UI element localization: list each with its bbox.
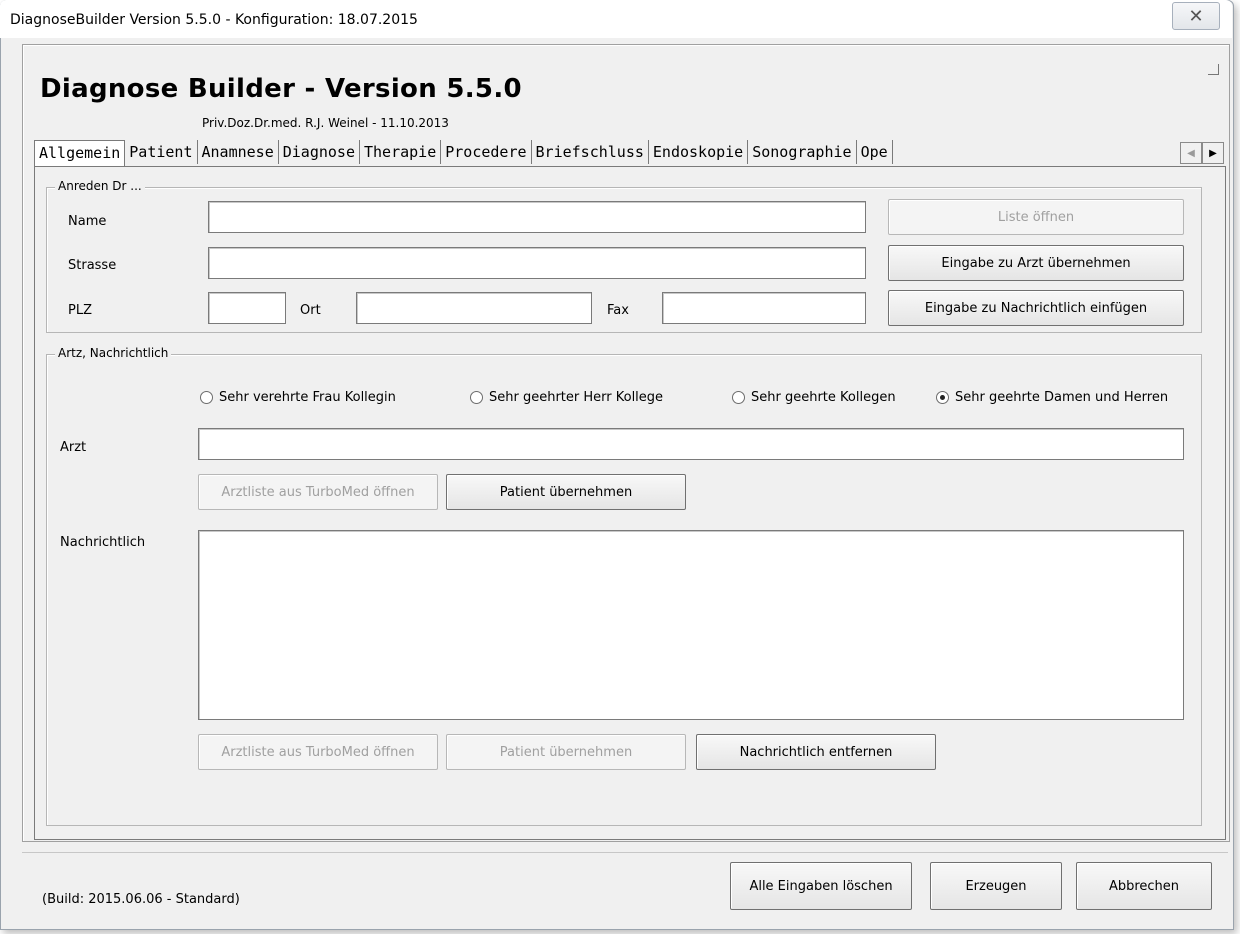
artz-caption: Artz, Nachrichtlich — [55, 346, 172, 360]
eingabe-zu-arzt-button[interactable]: Eingabe zu Arzt übernehmen — [888, 245, 1184, 281]
patient-uebernehmen-button-2[interactable]: Patient übernehmen — [446, 734, 686, 770]
plz-field[interactable] — [208, 292, 286, 324]
anreden-caption: Anreden Dr ... — [55, 179, 145, 193]
plz-label: PLZ — [68, 303, 92, 318]
app-subtitle: Priv.Doz.Dr.med. R.J. Weinel - 11.10.201… — [202, 116, 449, 130]
radio-kollegen[interactable]: Sehr geehrte Kollegen — [732, 390, 896, 405]
footer-separator — [22, 852, 1228, 853]
liste-oeffnen-button[interactable]: Liste öffnen — [888, 199, 1184, 235]
strasse-label: Strasse — [68, 258, 117, 273]
erzeugen-button[interactable]: Erzeugen — [930, 862, 1062, 910]
tab-procedere[interactable]: Procedere — [441, 140, 532, 164]
radio-label: Sehr verehrte Frau Kollegin — [219, 390, 396, 405]
scroll-right-icon[interactable]: ▶ — [1202, 142, 1224, 164]
tab-diagnose[interactable]: Diagnose — [278, 140, 360, 164]
tab-strip: Allgemein Patient Anamnese Diagnose Therapie… — [34, 140, 1206, 166]
alle-eingaben-loeschen-button[interactable]: Alle Eingaben löschen — [730, 862, 912, 910]
radio-damen-und-herren[interactable]: Sehr geehrte Damen und Herren — [936, 390, 1168, 405]
radio-label: Sehr geehrte Damen und Herren — [955, 390, 1169, 405]
nachrichtlich-textarea[interactable] — [198, 530, 1184, 720]
tab-sonographie[interactable]: Sonographie — [748, 140, 857, 164]
name-label: Name — [68, 214, 107, 229]
close-button[interactable]: ✕ — [1172, 2, 1220, 30]
radio-checked-icon — [936, 391, 949, 404]
tab-therapie[interactable]: Therapie — [360, 140, 442, 164]
arztliste-turbomed-button-2[interactable]: Arztliste aus TurboMed öffnen — [198, 734, 438, 770]
strasse-field[interactable] — [208, 247, 866, 279]
app-title: Diagnose Builder - Version 5.5.0 — [40, 74, 522, 104]
abbrechen-button[interactable]: Abbrechen — [1076, 862, 1212, 910]
build-info: (Build: 2015.06.06 - Standard) — [42, 892, 240, 907]
radio-circle-icon — [732, 391, 745, 404]
fax-label: Fax — [607, 303, 629, 318]
name-field[interactable] — [208, 201, 866, 233]
fax-field[interactable] — [662, 292, 866, 324]
scroll-left-icon[interactable]: ◀ — [1180, 142, 1202, 164]
patient-uebernehmen-button[interactable]: Patient übernehmen — [446, 474, 686, 510]
nachrichtlich-entfernen-button[interactable]: Nachrichtlich entfernen — [696, 734, 936, 770]
nachrichtlich-label: Nachrichtlich — [60, 535, 146, 550]
tab-endoskopie[interactable]: Endoskopie — [648, 140, 749, 164]
radio-circle-icon — [470, 391, 483, 404]
arzt-field[interactable] — [198, 428, 1184, 460]
radio-label: Sehr geehrte Kollegen — [751, 390, 896, 405]
arzt-label: Arzt — [60, 440, 87, 455]
tab-patient[interactable]: Patient — [125, 140, 198, 164]
radio-herr-kollege[interactable]: Sehr geehrter Herr Kollege — [470, 390, 663, 405]
window-title: DiagnoseBuilder Version 5.5.0 - Konfigur… — [10, 12, 418, 28]
tab-allgemein[interactable]: Allgemein — [34, 140, 126, 166]
ort-label: Ort — [300, 303, 321, 318]
tab-scroll-buttons: ◀ ▶ — [1180, 142, 1224, 164]
radio-label: Sehr geehrter Herr Kollege — [489, 390, 664, 405]
arztliste-turbomed-button[interactable]: Arztliste aus TurboMed öffnen — [198, 474, 438, 510]
tab-ope[interactable]: Ope — [856, 140, 893, 164]
tab-anamnese[interactable]: Anamnese — [197, 140, 279, 164]
close-icon: ✕ — [1188, 5, 1204, 27]
resize-grip-icon[interactable] — [1208, 64, 1219, 75]
ort-field[interactable] — [356, 292, 592, 324]
radio-circle-icon — [200, 391, 213, 404]
eingabe-zu-nachrichtlich-button[interactable]: Eingabe zu Nachrichtlich einfügen — [888, 290, 1184, 326]
radio-frau-kollegin[interactable]: Sehr verehrte Frau Kollegin — [200, 390, 396, 405]
tab-briefschluss[interactable]: Briefschluss — [531, 140, 649, 164]
